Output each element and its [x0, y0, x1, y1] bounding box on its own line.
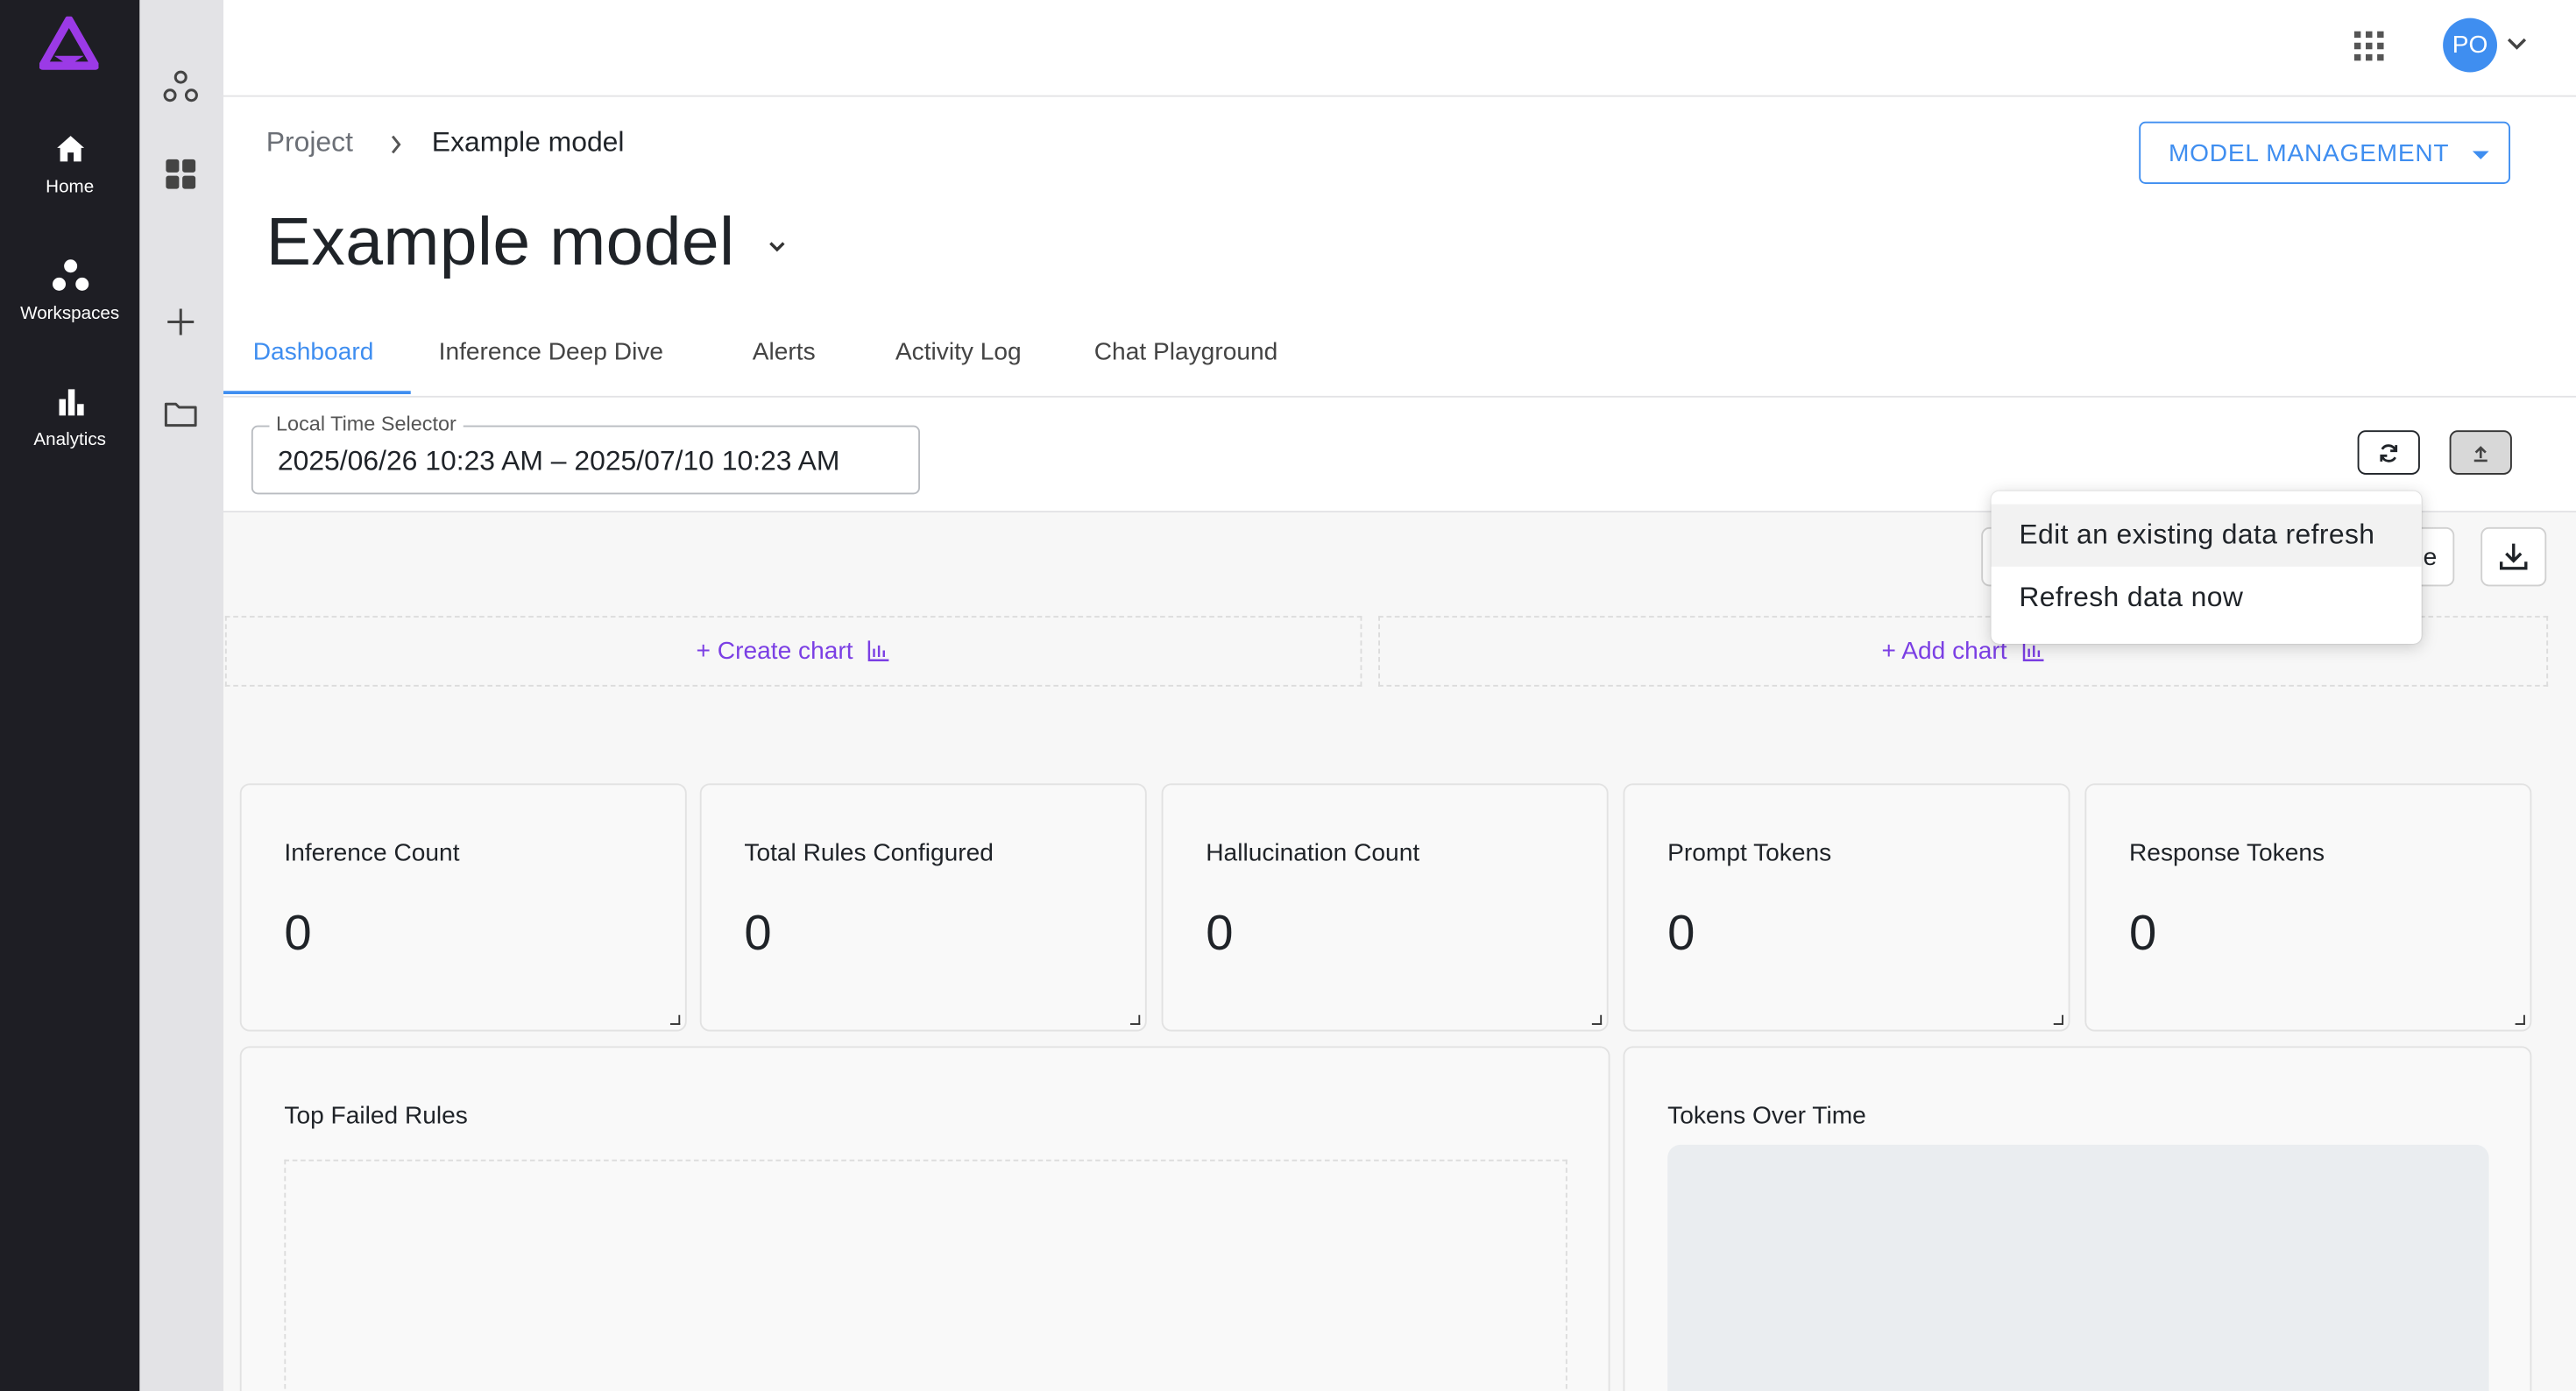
- upload-button[interactable]: [2449, 430, 2512, 475]
- nav-item-home[interactable]: Home: [0, 131, 139, 197]
- chart-icon: [868, 640, 889, 661]
- metric-title: Inference Count: [284, 839, 460, 867]
- grid-apps-icon[interactable]: [2353, 31, 2384, 61]
- menu-item-edit-data-refresh[interactable]: Edit an existing data refresh: [1991, 504, 2422, 567]
- metric-value: 0: [744, 907, 772, 961]
- home-icon: [56, 136, 84, 162]
- time-selector-label: Local Time Selector: [269, 412, 464, 435]
- nav-item-analytics[interactable]: Analytics: [0, 385, 139, 450]
- resize-handle-icon[interactable]: [670, 1014, 681, 1025]
- metric-card-prompt-tokens[interactable]: Prompt Tokens 0: [1623, 783, 2070, 1032]
- metric-value: 0: [284, 907, 312, 961]
- folder-icon[interactable]: [163, 396, 199, 432]
- create-chart-slot[interactable]: + Create chart: [224, 616, 1362, 687]
- nav-item-workspaces[interactable]: Workspaces: [0, 258, 139, 323]
- resize-handle-icon[interactable]: [1591, 1014, 1603, 1025]
- tab-dashboard[interactable]: Dashboard: [253, 338, 374, 366]
- tab-activity-log[interactable]: Activity Log: [895, 338, 1022, 366]
- refresh-button[interactable]: [2357, 430, 2420, 475]
- metric-title: Response Tokens: [2129, 839, 2325, 867]
- chevron-right-icon: [392, 135, 402, 153]
- nav-item-label: Home: [46, 177, 95, 198]
- analytics-icon: [58, 389, 83, 416]
- caret-down-icon: [2472, 151, 2489, 159]
- metric-title: Hallucination Count: [1206, 839, 1420, 867]
- panel-top-failed-rules[interactable]: Top Failed Rules: [239, 1046, 1610, 1391]
- refresh-menu: Edit an existing data refresh Refresh da…: [1991, 491, 2422, 644]
- plus-icon[interactable]: [163, 304, 199, 340]
- download-button[interactable]: [2480, 526, 2547, 587]
- panel-title: Top Failed Rules: [284, 1102, 468, 1130]
- page-title[interactable]: Example model: [266, 204, 787, 281]
- tab-inference-deep-dive[interactable]: Inference Deep Dive: [439, 338, 663, 366]
- refresh-icon: [2380, 443, 2398, 462]
- metric-value: 0: [1667, 907, 1695, 961]
- metric-value: 0: [2129, 907, 2157, 961]
- resize-handle-icon[interactable]: [1130, 1014, 1141, 1025]
- metric-title: Prompt Tokens: [1667, 839, 1832, 867]
- brand-logo-icon[interactable]: [39, 16, 99, 73]
- nav-item-label: Workspaces: [20, 303, 120, 324]
- panel-tokens-over-time[interactable]: Tokens Over Time: [1623, 1046, 2532, 1391]
- time-selector-field[interactable]: Local Time Selector 2025/06/26 10:23 AM …: [251, 412, 920, 495]
- model-management-button[interactable]: MODEL MANAGEMENT: [2139, 121, 2510, 184]
- metric-card-hallucination-count[interactable]: Hallucination Count 0: [1161, 783, 1609, 1032]
- top-bar: PO: [223, 0, 2576, 97]
- download-icon: [2500, 543, 2528, 570]
- resize-handle-icon[interactable]: [2053, 1014, 2063, 1025]
- chevron-down-icon[interactable]: [2505, 36, 2528, 53]
- metric-value: 0: [1206, 907, 1234, 961]
- empty-chart-area: [284, 1159, 1568, 1391]
- breadcrumb-current: Example model: [431, 126, 625, 158]
- metric-card-response-tokens[interactable]: Response Tokens 0: [2084, 783, 2532, 1032]
- resize-handle-icon[interactable]: [2515, 1014, 2525, 1025]
- tab-chat-playground[interactable]: Chat Playground: [1094, 338, 1278, 366]
- chart-placeholder: [1667, 1144, 2489, 1391]
- breadcrumb-project-link[interactable]: Project: [266, 126, 353, 158]
- avatar[interactable]: PO: [2443, 18, 2497, 73]
- panel-title: Tokens Over Time: [1667, 1102, 1866, 1130]
- title-chevron-down-icon[interactable]: [767, 240, 787, 253]
- nav-item-label: Analytics: [33, 430, 106, 450]
- upload-icon: [2473, 445, 2488, 462]
- menu-item-refresh-data-now[interactable]: Refresh data now: [1992, 567, 2422, 629]
- time-selector-value: 2025/06/26 10:23 AM – 2025/07/10 10:23 A…: [277, 445, 840, 477]
- left-nav: Home Workspaces Analytics: [0, 0, 140, 1391]
- tab-bar: Dashboard Inference Deep Dive Alerts Act…: [223, 321, 2576, 398]
- secondary-rail: [139, 0, 223, 1391]
- metric-card-inference-count[interactable]: Inference Count 0: [239, 783, 687, 1032]
- dashboard-grid-icon[interactable]: [163, 156, 199, 192]
- tab-alerts[interactable]: Alerts: [753, 338, 816, 366]
- workspaces-icon: [52, 259, 88, 291]
- metric-title: Total Rules Configured: [744, 839, 994, 867]
- nodes-icon[interactable]: [163, 69, 199, 105]
- active-tab-indicator: [223, 391, 411, 394]
- metric-card-total-rules[interactable]: Total Rules Configured 0: [699, 783, 1147, 1032]
- breadcrumb: Project Example model: [266, 126, 625, 159]
